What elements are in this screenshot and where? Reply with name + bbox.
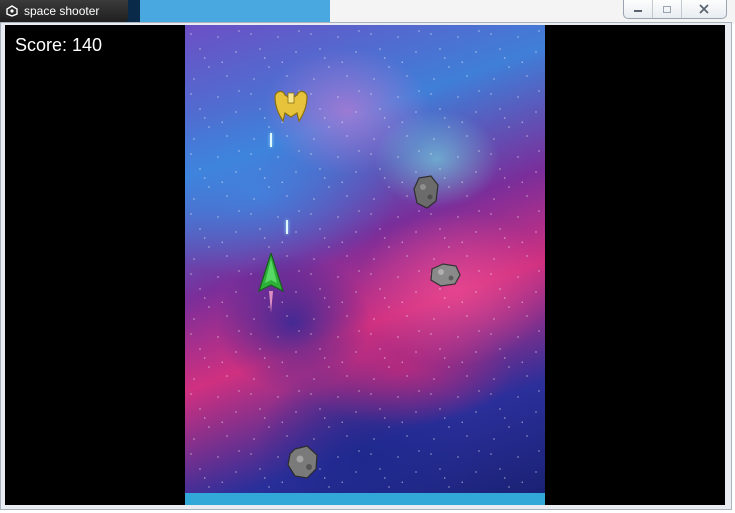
starfield xyxy=(185,25,545,505)
minimize-icon xyxy=(634,10,642,12)
desktop-background-blue xyxy=(140,0,330,24)
laser-shot xyxy=(286,220,288,234)
window-title-tab[interactable]: space shooter xyxy=(0,0,128,22)
close-button[interactable] xyxy=(681,0,726,18)
window-controls xyxy=(623,0,727,19)
score-display: Score: 140 xyxy=(15,35,103,55)
maximize-icon xyxy=(663,5,671,13)
window-title: space shooter xyxy=(24,4,100,18)
minimize-button[interactable] xyxy=(624,0,652,18)
asteroid xyxy=(430,263,461,287)
bottom-boundary-bar xyxy=(185,493,545,505)
maximize-button[interactable] xyxy=(652,0,681,18)
asteroid xyxy=(287,445,318,479)
game-viewport[interactable]: Score: 140 xyxy=(5,25,725,505)
asteroid xyxy=(413,175,439,209)
close-icon xyxy=(699,4,709,14)
playfield-background xyxy=(185,25,545,505)
player-ship xyxy=(258,253,284,313)
unity-icon xyxy=(6,5,18,17)
laser-shot xyxy=(270,133,272,147)
enemy-ship xyxy=(274,90,308,123)
